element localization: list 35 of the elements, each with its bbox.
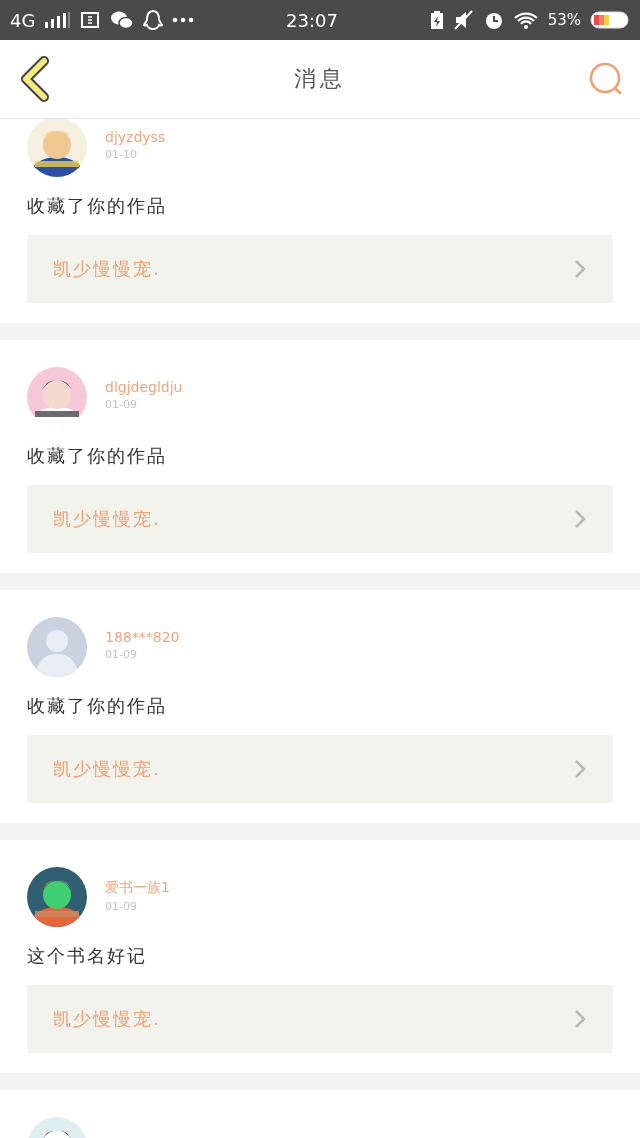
work-link[interactable]: 凯少慢慢宠. <box>27 985 613 1053</box>
message-text: 收藏了你的作品 <box>27 194 168 218</box>
clock: 23:07 <box>286 9 338 31</box>
user-name[interactable]: 188***820 <box>105 629 180 645</box>
chevron-right-icon <box>573 508 587 530</box>
message-text: 收藏了你的作品 <box>27 444 168 468</box>
avatar-icon <box>27 617 87 677</box>
message-date: 01-10 <box>105 148 138 161</box>
back-icon[interactable] <box>18 56 52 102</box>
battery-icon <box>590 10 630 30</box>
user-name[interactable]: dlgjdegldju <box>105 379 183 395</box>
signal-icon <box>44 11 71 29</box>
alarm-icon <box>483 10 504 30</box>
user-name[interactable]: 爱书一族1 <box>105 879 170 897</box>
wifi-icon <box>512 10 539 30</box>
page-title: 消息 <box>294 65 346 93</box>
message-text: 这个书名好记 <box>27 944 148 968</box>
charging-icon <box>429 10 444 30</box>
message-text: 收藏了你的作品 <box>27 694 168 718</box>
message-date: 01-09 <box>105 398 138 411</box>
user-name[interactable]: djyzdyss <box>105 129 166 145</box>
work-link[interactable]: 凯少慢慢宠. <box>27 235 613 303</box>
message-date: 01-09 <box>105 648 138 661</box>
network-type: 4G <box>10 9 36 31</box>
chevron-right-icon <box>573 1008 587 1030</box>
battery-percent: 53% <box>547 11 581 29</box>
screenshot-icon <box>79 10 102 30</box>
message-date: 01-09 <box>105 900 138 913</box>
mute-icon <box>452 10 475 30</box>
more-icon <box>172 16 195 24</box>
chevron-right-icon <box>573 758 587 780</box>
chevron-right-icon <box>573 258 587 280</box>
chat-bubbles-icon <box>110 10 135 30</box>
work-link[interactable]: 凯少慢慢宠. <box>27 485 613 553</box>
work-link[interactable]: 凯少慢慢宠. <box>27 735 613 803</box>
